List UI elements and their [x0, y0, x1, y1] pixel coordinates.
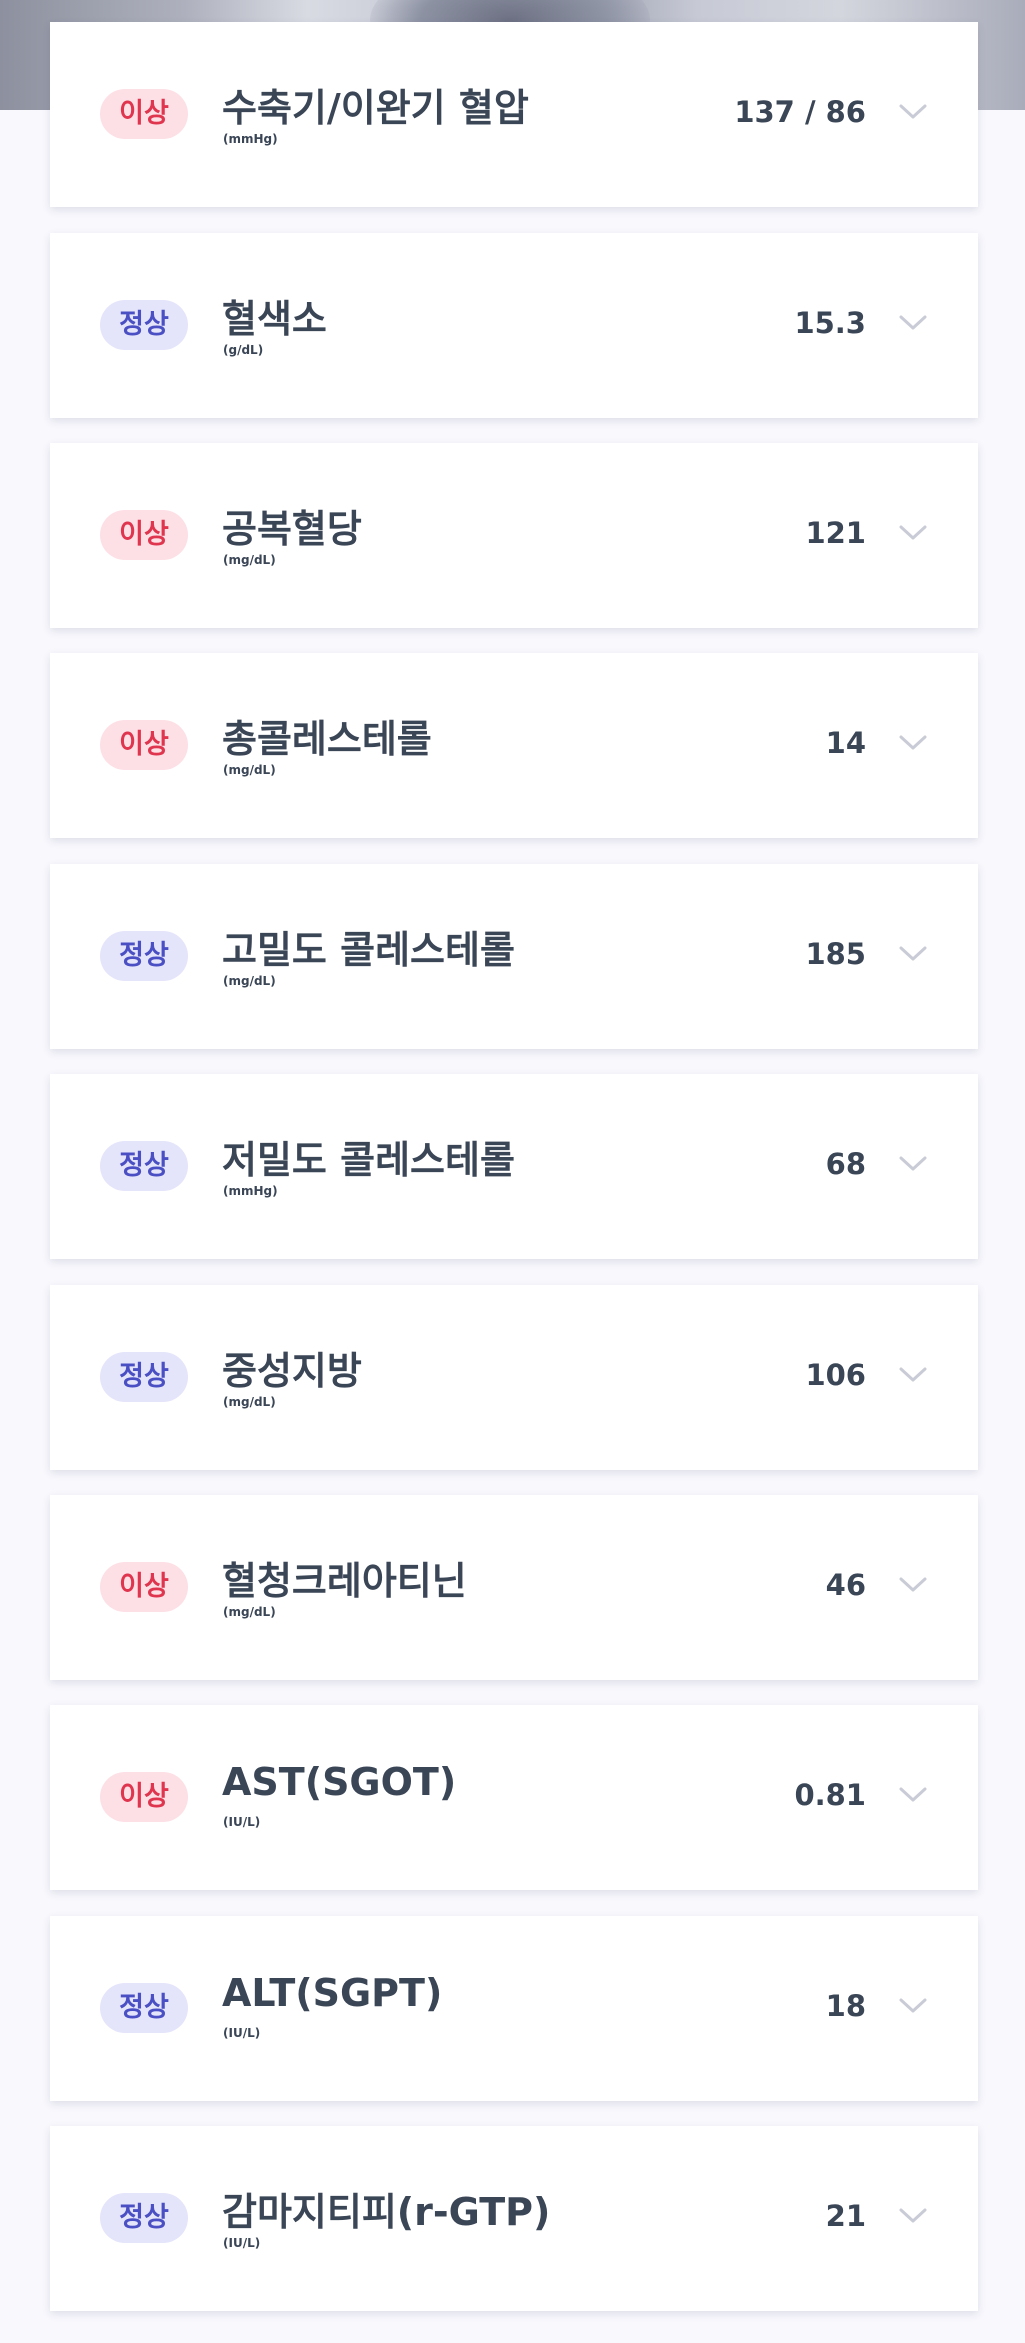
result-title: 공복혈당: [222, 507, 362, 551]
status-badge: 정상: [100, 2193, 188, 2243]
status-badge: 이상: [100, 89, 188, 139]
result-value: 121: [805, 516, 866, 550]
result-unit: (mmHg): [223, 1184, 278, 1198]
result-unit: (mg/dL): [223, 553, 276, 567]
chevron-down-icon[interactable]: [898, 521, 928, 545]
status-badge: 이상: [100, 720, 188, 770]
chevron-down-icon[interactable]: [898, 1573, 928, 1597]
result-card-serum-creatinine[interactable]: 이상 혈청크레아티닌 (mg/dL) 46: [50, 1495, 978, 1680]
result-card-gamma-gtp[interactable]: 정상 감마지티피(r-GTP) (IU/L) 21: [50, 2126, 978, 2311]
chevron-down-icon[interactable]: [898, 1152, 928, 1176]
result-value: 106: [805, 1358, 866, 1392]
result-unit: (mg/dL): [223, 1395, 276, 1409]
result-card-total-cholesterol[interactable]: 이상 총콜레스테롤 (mg/dL) 14: [50, 653, 978, 838]
result-title: 총콜레스테롤: [222, 717, 432, 761]
chevron-down-icon[interactable]: [898, 100, 928, 124]
result-title: 중성지방: [222, 1349, 362, 1393]
result-title: 수축기/이완기 혈압: [222, 86, 529, 130]
result-card-hdl-cholesterol[interactable]: 정상 고밀도 콜레스테롤 (mg/dL) 185: [50, 864, 978, 1049]
result-card-blood-pressure[interactable]: 이상 수축기/이완기 혈압 (mmHg) 137 / 86: [50, 22, 978, 207]
result-value: 18: [825, 1989, 866, 2023]
chevron-down-icon[interactable]: [898, 942, 928, 966]
result-card-hemoglobin[interactable]: 정상 혈색소 (g/dL) 15.3: [50, 233, 978, 418]
status-badge: 정상: [100, 300, 188, 350]
result-value: 68: [825, 1147, 866, 1181]
result-card-fasting-glucose[interactable]: 이상 공복혈당 (mg/dL) 121: [50, 443, 978, 628]
result-unit: (mg/dL): [223, 1605, 276, 1619]
chevron-down-icon[interactable]: [898, 1363, 928, 1387]
status-badge: 이상: [100, 510, 188, 560]
result-unit: (g/dL): [223, 343, 264, 357]
result-title: 감마지티피(r-GTP): [222, 2190, 551, 2234]
result-unit: (IU/L): [223, 1815, 261, 1829]
chevron-down-icon[interactable]: [898, 1783, 928, 1807]
result-value: 15.3: [794, 306, 866, 340]
result-unit: (IU/L): [223, 2236, 261, 2250]
result-value: 46: [825, 1568, 866, 1602]
status-badge: 정상: [100, 931, 188, 981]
result-title: 혈색소: [222, 297, 327, 341]
chevron-down-icon[interactable]: [898, 2204, 928, 2228]
result-card-ast[interactable]: 이상 AST(SGOT) (IU/L) 0.81: [50, 1705, 978, 1890]
status-badge: 이상: [100, 1772, 188, 1822]
result-unit: (mmHg): [223, 132, 278, 146]
result-title: AST(SGOT): [222, 1760, 457, 1804]
result-unit: (mg/dL): [223, 763, 276, 777]
result-unit: (IU/L): [223, 2026, 261, 2040]
status-badge: 정상: [100, 1352, 188, 1402]
result-value: 14: [825, 726, 866, 760]
result-card-ldl-cholesterol[interactable]: 정상 저밀도 콜레스테롤 (mmHg) 68: [50, 1074, 978, 1259]
result-card-triglycerides[interactable]: 정상 중성지방 (mg/dL) 106: [50, 1285, 978, 1470]
result-value: 21: [825, 2199, 866, 2233]
status-badge: 이상: [100, 1562, 188, 1612]
result-title: 혈청크레아티닌: [222, 1559, 467, 1603]
chevron-down-icon[interactable]: [898, 1994, 928, 2018]
result-value: 185: [805, 937, 866, 971]
result-value: 137 / 86: [734, 95, 866, 129]
result-card-alt[interactable]: 정상 ALT(SGPT) (IU/L) 18: [50, 1916, 978, 2101]
chevron-down-icon[interactable]: [898, 311, 928, 335]
result-title: 고밀도 콜레스테롤: [222, 928, 515, 972]
result-title: ALT(SGPT): [222, 1971, 443, 2015]
status-badge: 정상: [100, 1141, 188, 1191]
status-badge: 정상: [100, 1983, 188, 2033]
chevron-down-icon[interactable]: [898, 731, 928, 755]
result-title: 저밀도 콜레스테롤: [222, 1138, 515, 1182]
result-value: 0.81: [794, 1778, 866, 1812]
result-unit: (mg/dL): [223, 974, 276, 988]
